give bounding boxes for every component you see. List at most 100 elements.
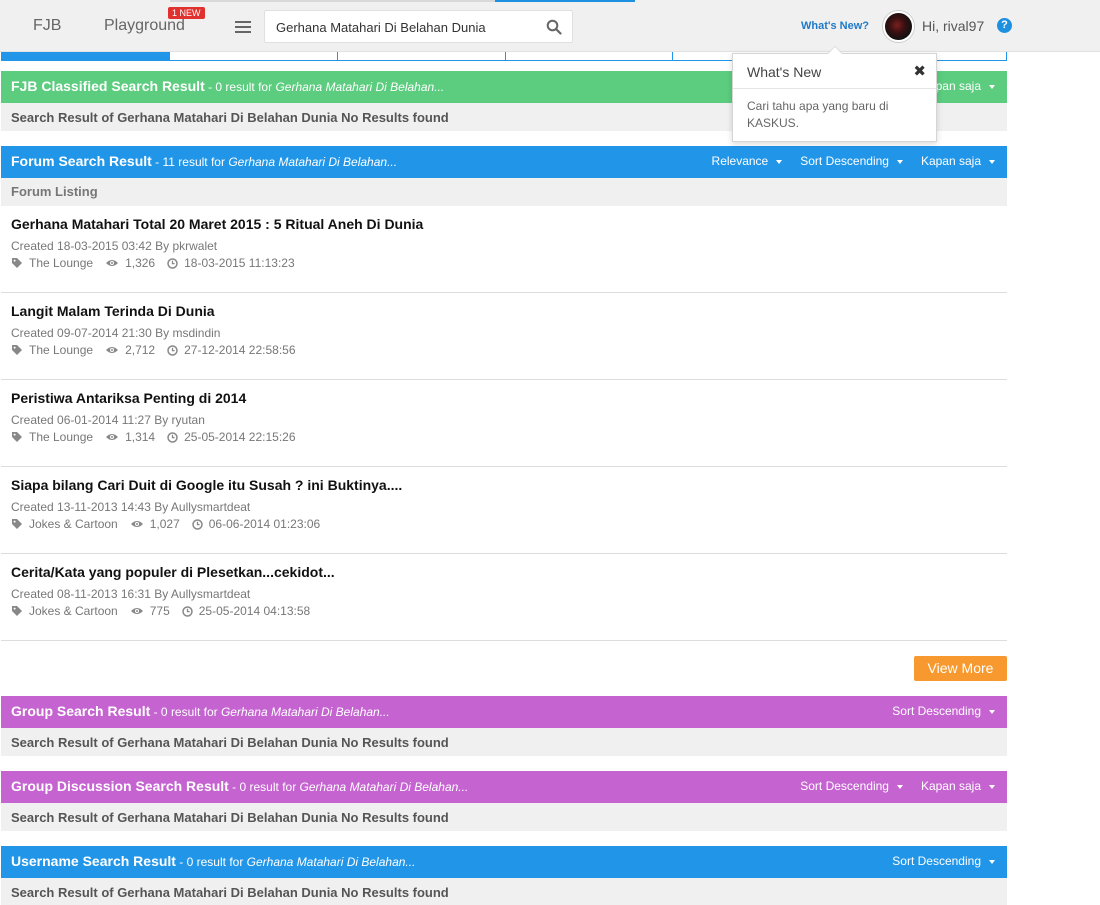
tab-divider [505,52,506,60]
group-controls: Sort Descending [892,704,995,718]
search-box [264,10,573,43]
result-query: Gerhana Matahari Di Belahan... [228,155,398,169]
eye-icon [105,345,119,355]
section-title-text: FJB Classified Search Result [11,78,205,94]
eye-icon [130,519,144,529]
caret-down-icon [989,159,995,164]
dropdown-label: Sort Descending [800,154,889,168]
user-greeting[interactable]: Hi, rival97 [922,18,984,34]
result-count: - 0 result for [175,855,247,869]
last-post-time: 25-05-2014 04:13:58 [198,604,311,618]
group-no-result: Search Result of Gerhana Matahari Di Bel… [1,728,1007,756]
result-count: - 0 result for [150,705,221,719]
sort-dropdown[interactable]: Sort Descending [892,704,995,718]
nav-playground-link[interactable]: Playground [104,17,185,35]
thread-row: Langit Malam Terinda Di Dunia Created 09-… [1,293,1007,380]
relevance-dropdown[interactable]: Relevance [712,154,783,168]
whats-new-link[interactable]: What's New? [801,20,869,32]
close-icon[interactable]: ✖ [913,62,926,80]
result-count: - 0 result for [228,780,300,794]
forum-listing-label: Forum Listing [1,178,1007,206]
dropdown-label: Kapan saja [920,154,981,168]
dropdown-label: Sort Descending [800,779,889,793]
help-icon[interactable]: ? [997,18,1012,33]
last-post-time: 27-12-2014 22:58:56 [184,343,296,357]
thread-views: 1,027 [130,517,180,531]
forum-controls: Relevance Sort Descending Kapan saja [712,154,995,168]
thread-row: Peristiwa Antariksa Penting di 2014 Creat… [1,380,1007,467]
group-section-title: Group Search Result - 0 result for Gerha… [11,703,390,719]
thread-category[interactable]: The Lounge [11,343,93,357]
thread-category[interactable]: Jokes & Cartoon [11,517,118,531]
caret-down-icon [896,159,903,164]
thread-category[interactable]: The Lounge [11,430,93,444]
sort-dropdown[interactable]: Sort Descending [800,154,903,168]
thread-row: Cerita/Kata yang populer di Plesetkan...… [1,554,1007,641]
group-discussion-section-header: Group Discussion Search Result - 0 resul… [1,771,1007,803]
thread-last-post: 25-05-2014 04:13:58 [182,604,310,618]
time-filter-dropdown[interactable]: Kapan saja [921,154,995,168]
section-title-text: Group Search Result [11,703,151,719]
thread-views: 775 [130,604,170,618]
dropdown-label: Kapan saja [920,779,981,793]
thread-last-post: 25-05-2014 22:15:26 [167,430,296,444]
tags-icon [11,344,23,356]
thread-title-link[interactable]: Gerhana Matahari Total 20 Maret 2015 : 5… [11,216,423,232]
dropdown-label: Sort Descending [892,704,981,718]
search-icon[interactable] [546,19,562,35]
thread-meta: Jokes & Cartoon 1,027 06-06-2014 01:23:06 [11,517,320,531]
views-count: 775 [149,604,170,618]
thread-title-link[interactable]: Langit Malam Terinda Di Dunia [11,303,215,319]
popover-divider [733,88,936,89]
thread-category[interactable]: The Lounge [11,256,93,270]
result-count: - 11 result for [151,155,229,169]
group-section-header: Group Search Result - 0 result for Gerha… [1,696,1007,728]
thread-views: 1,326 [105,256,155,270]
sort-dropdown[interactable]: Sort Descending [800,779,903,793]
section-title-text: Group Discussion Search Result [11,778,229,794]
tags-icon [11,431,23,443]
nav-fjb-link[interactable]: FJB [33,17,61,35]
thread-title-link[interactable]: Cerita/Kata yang populer di Plesetkan...… [11,564,335,580]
thread-category[interactable]: Jokes & Cartoon [11,604,118,618]
last-post-time: 25-05-2014 22:15:26 [184,430,296,444]
dropdown-label: Relevance [711,154,769,168]
caret-down-icon [989,859,995,864]
clock-icon [182,605,193,617]
group-discussion-controls: Sort Descending Kapan saja [800,779,995,793]
eye-icon [105,432,119,442]
time-filter-dropdown[interactable]: Kapan saja [921,779,995,793]
hamburger-icon[interactable] [230,14,256,40]
view-more-button[interactable]: View More [914,656,1007,681]
thread-title-link[interactable]: Siapa bilang Cari Duit di Google itu Sus… [11,477,402,493]
top-tabstrip-accent [495,0,635,2]
thread-meta: Jokes & Cartoon 775 25-05-2014 04:13:58 [11,604,310,618]
tab-divider [337,52,338,60]
tab-active[interactable] [1,52,170,60]
tags-icon [11,518,23,530]
thread-created-info: Created 18-03-2015 03:42 By pkrwalet [11,239,218,253]
thread-meta: The Lounge 1,314 25-05-2014 22:15:26 [11,430,296,444]
tags-icon [11,257,23,269]
thread-created-info: Created 13-11-2013 14:43 By Aullysmartde… [11,500,251,514]
clock-icon [167,344,178,356]
username-section-header: Username Search Result - 0 result for Ge… [1,846,1007,878]
search-input[interactable] [276,18,536,36]
thread-last-post: 18-03-2015 11:13:23 [167,256,295,270]
thread-title-link[interactable]: Peristiwa Antariksa Penting di 2014 [11,390,246,406]
eye-icon [105,258,119,268]
views-count: 1,027 [149,517,180,531]
last-post-time: 06-06-2014 01:23:06 [208,517,321,531]
views-count: 2,712 [125,343,156,357]
thread-views: 1,314 [105,430,155,444]
caret-down-icon [776,159,783,164]
sort-dropdown[interactable]: Sort Descending [892,854,995,868]
views-count: 1,314 [125,430,156,444]
thread-created-info: Created 09-07-2014 21:30 By msdindin [11,326,221,340]
thread-created-info: Created 06-01-2014 11:27 By ryutan [11,413,205,427]
tags-icon [11,605,23,617]
category-label: The Lounge [29,256,94,270]
clock-icon [167,431,178,443]
avatar[interactable] [883,11,914,42]
thread-meta: The Lounge 2,712 27-12-2014 22:58:56 [11,343,296,357]
